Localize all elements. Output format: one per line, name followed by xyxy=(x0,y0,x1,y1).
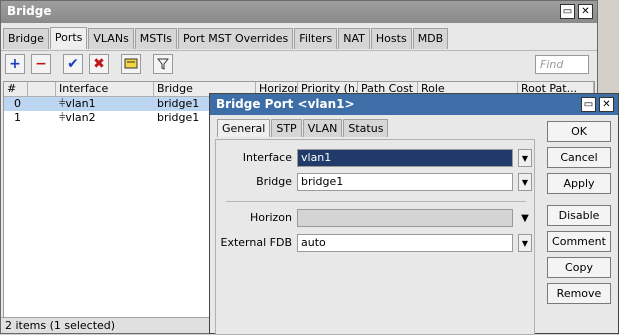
interface-label: Interface xyxy=(242,151,292,164)
dialog-close-icon[interactable]: ✕ xyxy=(599,97,614,112)
disable-icon[interactable]: ✖ xyxy=(89,54,109,74)
add-icon[interactable]: + xyxy=(5,54,25,74)
find-input[interactable]: Find xyxy=(535,55,589,74)
window-title: Bridge xyxy=(7,4,52,18)
close-icon[interactable]: ✕ xyxy=(578,4,593,19)
interface-dropdown-icon[interactable]: ▼ xyxy=(518,149,532,167)
external-fdb-field[interactable]: auto xyxy=(297,234,513,252)
tab-nat[interactable]: NAT xyxy=(338,28,370,49)
row-num: 1 xyxy=(14,111,21,124)
disable-button[interactable]: Disable xyxy=(547,205,611,226)
dialog-tab-status[interactable]: Status xyxy=(343,119,389,137)
enable-icon[interactable]: ✔ xyxy=(63,54,83,74)
dialog-tab-general[interactable]: General xyxy=(217,119,271,137)
col-interface[interactable]: Interface xyxy=(56,82,154,96)
col-flags[interactable] xyxy=(28,82,56,96)
dialog-title: Bridge Port <vlan1> xyxy=(216,97,355,111)
comment-button[interactable]: Comment xyxy=(547,231,611,252)
restore-icon[interactable]: ▭ xyxy=(560,4,575,19)
external-fdb-dropdown-icon[interactable]: ▼ xyxy=(518,234,532,252)
bridge-field[interactable]: bridge1 xyxy=(297,173,513,191)
col-num[interactable]: # xyxy=(4,82,28,96)
tab-filters[interactable]: Filters xyxy=(294,28,338,49)
dialog-tab-bar: General STP VLAN Status xyxy=(217,119,389,137)
bridge-port-dialog: Bridge Port <vlan1> ▭ ✕ General STP VLAN… xyxy=(209,93,619,335)
copy-button[interactable]: Copy xyxy=(547,257,611,278)
tab-bar: Bridge Ports VLANs MSTIs Port MST Overri… xyxy=(3,27,449,49)
tab-ports[interactable]: Ports xyxy=(49,27,88,49)
cancel-button[interactable]: Cancel xyxy=(547,147,611,168)
remove-button[interactable]: Remove xyxy=(547,283,611,304)
apply-button[interactable]: Apply xyxy=(547,173,611,194)
external-fdb-label: External FDB xyxy=(220,236,292,249)
tab-mstis[interactable]: MSTIs xyxy=(134,28,177,49)
comment-icon[interactable] xyxy=(121,54,141,74)
general-panel: Interface vlan1 ▼ Bridge bridge1 ▼ Horiz… xyxy=(215,139,535,335)
bridge-dropdown-icon[interactable]: ▼ xyxy=(518,173,532,191)
row-interface: vlan1 xyxy=(65,97,96,110)
horizon-field[interactable] xyxy=(297,209,513,227)
row-interface: vlan2 xyxy=(65,111,96,124)
horizon-expand-icon[interactable]: ▼ xyxy=(518,209,532,227)
bridge-label: Bridge xyxy=(256,175,292,188)
filter-icon[interactable] xyxy=(153,54,173,74)
dialog-titlebar[interactable]: Bridge Port <vlan1> ▭ ✕ xyxy=(210,94,618,115)
ok-button[interactable]: OK xyxy=(547,121,611,142)
dialog-tab-stp[interactable]: STP xyxy=(271,119,302,137)
tab-port-mst-overrides[interactable]: Port MST Overrides xyxy=(177,28,294,49)
tab-mdb[interactable]: MDB xyxy=(412,28,449,49)
row-num: 0 xyxy=(14,97,21,110)
toolbar: + − ✔ ✖ Find xyxy=(1,50,597,78)
separator xyxy=(226,201,526,202)
window-titlebar[interactable]: Bridge ▭ ✕ xyxy=(1,1,597,23)
remove-icon[interactable]: − xyxy=(31,54,51,74)
horizon-label: Horizon xyxy=(249,211,292,224)
interface-field[interactable]: vlan1 xyxy=(297,149,513,167)
tab-vlans[interactable]: VLANs xyxy=(88,28,134,49)
dialog-restore-icon[interactable]: ▭ xyxy=(581,97,596,112)
tab-hosts[interactable]: Hosts xyxy=(370,28,412,49)
dialog-tab-vlan[interactable]: VLAN xyxy=(302,119,343,137)
tab-bridge[interactable]: Bridge xyxy=(3,28,49,49)
